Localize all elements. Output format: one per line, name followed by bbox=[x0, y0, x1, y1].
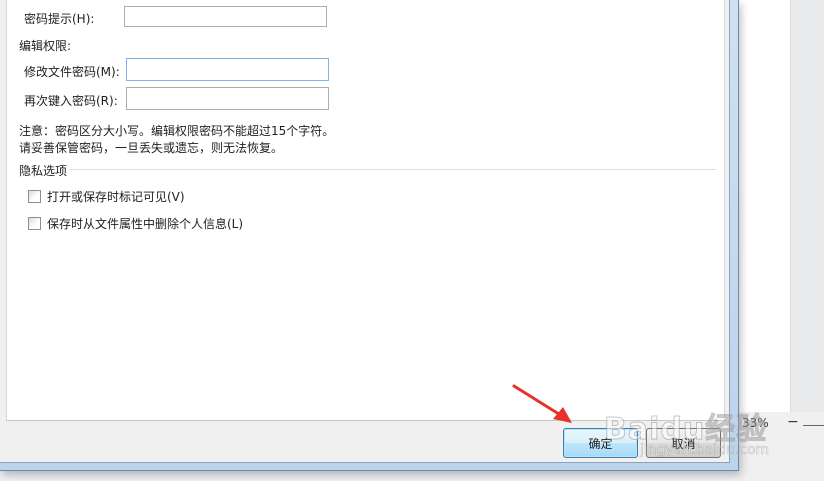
privacy-option-remove-personal-info[interactable]: 保存时从文件属性中删除个人信息(L) bbox=[28, 215, 243, 231]
privacy-option-label: 打开或保存时标记可见(V) bbox=[47, 189, 185, 204]
privacy-section-label: 隐私选项 bbox=[19, 164, 68, 178]
reenter-password-input[interactable] bbox=[126, 87, 329, 110]
password-note-line-2: 请妥善保管密码，一旦丢失或遗忘，则无法恢复。 bbox=[19, 141, 284, 155]
password-note-line-1: 注意：密码区分大小写。编辑权限密码不能超过15个字符。 bbox=[19, 124, 335, 138]
checkbox-icon[interactable] bbox=[28, 216, 41, 230]
red-arrow-icon bbox=[512, 384, 572, 423]
checkbox-icon[interactable] bbox=[28, 189, 41, 203]
document-margin bbox=[790, 0, 824, 412]
watermark-url: jingyan.baidu.com bbox=[640, 442, 770, 459]
privacy-option-visible-mark[interactable]: 打开或保存时标记可见(V) bbox=[28, 188, 185, 204]
dialog-panel: 密码提示(H): 编辑权限: 修改文件密码(M): 再次键入密码(R): 注意：… bbox=[6, 0, 725, 421]
dialog-client-area: 密码提示(H): 编辑权限: 修改文件密码(M): 再次键入密码(R): 注意：… bbox=[0, 0, 730, 463]
privacy-section-divider bbox=[70, 169, 716, 170]
modify-password-label: 修改文件密码(M): bbox=[24, 65, 120, 79]
reenter-password-label: 再次键入密码(R): bbox=[24, 94, 118, 108]
modify-password-input[interactable] bbox=[126, 58, 329, 81]
edit-permission-section-label: 编辑权限: bbox=[19, 39, 72, 53]
baidu-watermark: Baidu经验 jingyan.baidu.com bbox=[603, 400, 824, 470]
document-area bbox=[738, 0, 790, 412]
password-hint-label: 密码提示(H): bbox=[24, 12, 95, 26]
privacy-option-label: 保存时从文件属性中删除个人信息(L) bbox=[47, 216, 244, 231]
password-hint-input[interactable] bbox=[124, 6, 327, 27]
